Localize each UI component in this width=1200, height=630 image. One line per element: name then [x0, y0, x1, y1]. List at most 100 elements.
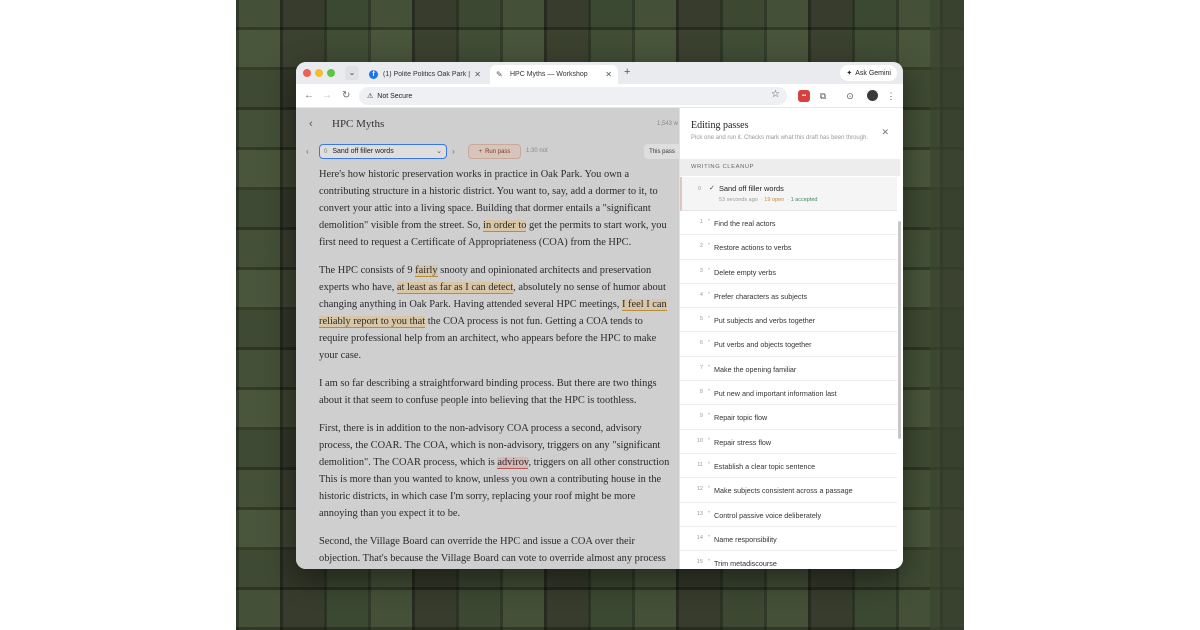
forward-arrow-icon[interactable]: → — [322, 89, 332, 102]
close-window-button[interactable] — [303, 69, 311, 77]
editor-area: ‹ HPC Myths 1,543 w ‹ 0 Sand off filler … — [296, 108, 679, 569]
profile-avatar[interactable] — [867, 90, 878, 101]
tab-search-icon[interactable]: ⌄ — [345, 66, 359, 80]
browser-toolbar: ← → ↻ ⚠ Not Secure ☆ ▪▪ ⧉ ⊙ ⋮ — [296, 84, 903, 108]
text-run: about it that seem to confuse people int… — [319, 395, 637, 407]
pass-number: 12 — [696, 486, 703, 493]
flagged-phrase[interactable]: fairly — [415, 264, 438, 277]
ask-gemini-button[interactable]: ✦ Ask Gemini — [840, 65, 897, 81]
close-tab-icon[interactable]: ✕ — [474, 70, 481, 79]
flagged-phrase[interactable]: in order to — [483, 220, 527, 233]
status-dot-icon: • — [708, 388, 711, 395]
pass-number: 8 — [699, 389, 703, 396]
puzzle-icon[interactable]: ⧉ — [817, 90, 829, 102]
bookmark-star-icon[interactable]: ☆ — [771, 89, 780, 100]
back-arrow-icon[interactable]: ← — [304, 89, 314, 102]
text-run: , triggers on all other construction — [528, 456, 670, 468]
pass-number: 4 — [699, 291, 703, 298]
pass-label: Put new and important information last — [714, 389, 837, 399]
text-run: objection. That's because the Village Bo… — [319, 552, 666, 564]
pass-number: 7 — [699, 364, 703, 371]
pass-item[interactable]: 7 • Make the opening familiar — [680, 357, 897, 382]
pass-label: Make subjects consistent across a passag… — [714, 486, 853, 496]
pass-list: 1 • Find the real actors 2 • Restore actions … — [680, 211, 897, 569]
pass-label: Repair stress flow — [714, 437, 772, 447]
pass-item-active[interactable]: 0 ✓ Sand off filler words 53 seconds ago… — [680, 177, 897, 211]
status-dot-icon: • — [708, 436, 711, 443]
flagged-phrase[interactable]: I feel I can — [622, 299, 667, 312]
chevron-down-icon: ⌄ — [436, 148, 442, 155]
pass-label: Sand off filler words — [719, 184, 784, 193]
pass-item[interactable]: 4 • Prefer characters as subjects — [680, 284, 897, 309]
pass-label: Establish a clear topic sentence — [714, 461, 816, 471]
pass-accepted-count: 1 accepted — [790, 197, 818, 203]
pass-select-number: 0 — [324, 148, 328, 155]
kebab-menu-icon[interactable]: ⋮ — [885, 90, 897, 102]
pass-item[interactable]: 10 • Repair stress flow — [680, 430, 897, 454]
pass-item[interactable]: 6 • Put verbs and objects together — [680, 332, 897, 357]
extension-red-icon[interactable]: ▪▪ — [798, 90, 810, 102]
text-run: This is more than you wanted to know, un… — [319, 474, 662, 485]
back-chevron-icon[interactable]: ‹ — [309, 118, 313, 130]
run-pass-button[interactable]: + Run pass — [468, 144, 521, 159]
flagged-phrase[interactable]: reliably report to you that — [319, 316, 426, 329]
pass-select[interactable]: 0 Sand off filler words ⌄ — [319, 144, 447, 159]
pass-label: Put verbs and objects together — [714, 340, 812, 350]
pass-item[interactable]: 12 • Make subjects consistent across a pas… — [680, 478, 897, 503]
text-run: Here's how historic preservation works i… — [319, 169, 630, 180]
pass-label: Restore actions to verbs — [714, 243, 792, 253]
pass-number: 11 — [697, 461, 703, 468]
maximize-window-button[interactable] — [327, 69, 335, 77]
warning-icon: ⚠ — [367, 93, 374, 100]
pass-number: 1 — [699, 219, 703, 225]
text-run: Second, the Village Board can override t… — [319, 535, 636, 547]
reload-icon[interactable]: ↻ — [342, 89, 350, 102]
section-header: WRITING CLEANUP — [680, 159, 900, 176]
pass-item[interactable]: 15 • Trim metadiscourse — [680, 551, 897, 569]
minimize-window-button[interactable] — [315, 69, 323, 77]
pass-item[interactable]: 5 • Put subjects and verbs together — [680, 308, 897, 333]
pass-item[interactable]: 2 • Restore actions to verbs — [680, 235, 897, 260]
pass-number: 14 — [696, 534, 703, 541]
panel-title: Editing passes — [691, 120, 749, 131]
text-run: demolition". The COAR process, which is — [319, 456, 498, 468]
status-dot-icon: • — [708, 290, 711, 297]
pass-label: Make the opening familiar — [714, 364, 797, 374]
pass-item[interactable]: 13 • Control passive voice deliberately — [680, 503, 897, 527]
checkmark-icon: ✓ — [709, 185, 715, 192]
flagged-phrase[interactable]: at least as far as I can detect — [396, 282, 514, 295]
flagged-phrase[interactable]: advirov — [497, 456, 529, 469]
security-label: Not Secure — [377, 92, 413, 100]
pass-number: 15 — [696, 559, 703, 566]
status-dot-icon: • — [708, 218, 711, 224]
next-pass-icon[interactable]: › — [452, 147, 455, 156]
editing-passes-panel: Editing passes Pick one and run it. Chec… — [679, 108, 903, 569]
pass-item[interactable]: 3 • Delete empty verbs — [680, 260, 897, 284]
pass-item[interactable]: 1 • Find the real actors — [680, 211, 897, 236]
new-tab-button[interactable]: + — [624, 66, 630, 79]
text-run: experts who have, — [319, 282, 397, 294]
document-body[interactable]: Here's how historic preservation works i… — [319, 166, 679, 569]
status-dot-icon: • — [708, 266, 711, 273]
tab-polite-politics[interactable]: f (1) Polite Politics Oak Park | F ✕ — [363, 65, 487, 84]
tab-hpc-myths[interactable]: ✎ HPC Myths — Workshop ✕ — [490, 65, 618, 84]
this-pass-button[interactable]: This pass — [644, 144, 679, 159]
pass-item[interactable]: 8 • Put new and important information last — [680, 381, 897, 406]
previous-pass-icon[interactable]: ‹ — [306, 147, 309, 156]
run-info: 1:30 not — [526, 148, 548, 154]
tab-label: (1) Polite Politics Oak Park | F — [383, 71, 471, 78]
close-tab-icon[interactable]: ✕ — [605, 70, 612, 79]
status-dot-icon: • — [708, 485, 711, 492]
pass-item[interactable]: 14 • Name responsibility — [680, 527, 897, 552]
extension-icon[interactable]: ⊙ — [844, 90, 856, 102]
close-icon[interactable]: ✕ — [881, 127, 889, 138]
scrollbar[interactable] — [898, 221, 901, 439]
address-bar[interactable]: ⚠ Not Secure ☆ — [359, 87, 787, 105]
pass-open-count: 19 open — [764, 197, 785, 203]
pass-item[interactable]: 11 • Establish a clear topic sentence — [680, 454, 897, 479]
panel-subtitle: Pick one and run it. Checks mark what th… — [691, 135, 869, 141]
status-dot-icon: • — [708, 242, 711, 249]
pass-number: 0 — [698, 186, 702, 192]
pass-item[interactable]: 9 • Repair topic flow — [680, 405, 897, 430]
pen-icon: ✎ — [496, 70, 503, 79]
